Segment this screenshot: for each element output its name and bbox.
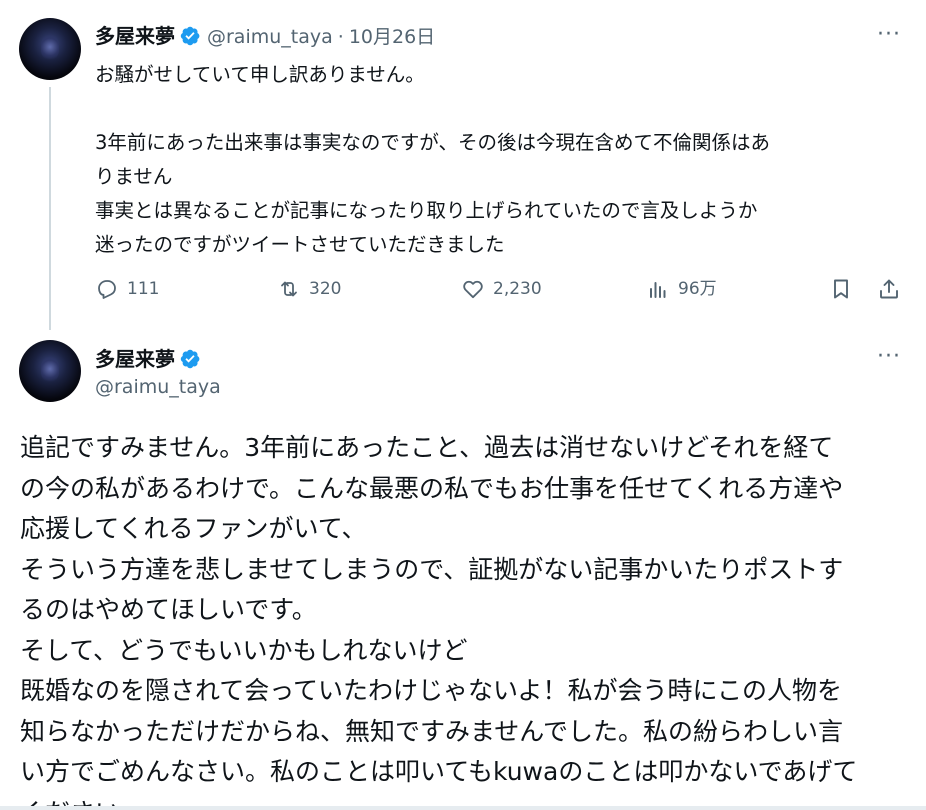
tweet-date[interactable]: 10月26日 <box>349 26 435 48</box>
retweet-count: 320 <box>309 278 342 299</box>
tweet1-header: 多屋来夢 @raimu_taya · 10月26日 <box>95 20 435 49</box>
tweet1-text: お騒がせしていて申し訳ありません。 3年前にあった出来事は事実なのですが、その後… <box>95 58 910 262</box>
tweet-text-line: りません <box>95 165 173 188</box>
reply-button[interactable]: 111 <box>95 272 159 306</box>
handle[interactable]: @raimu_taya <box>207 26 333 48</box>
tweet-text-line <box>95 92 910 126</box>
tweet2-name-row: 多屋来夢 <box>95 343 201 372</box>
tweet-text-line: 応援してくれるファンがいて、 <box>20 514 367 543</box>
tweet-text-line: 迷ったのですがツイートさせていただきました <box>95 233 505 256</box>
views-icon <box>650 282 666 298</box>
reply-icon <box>98 280 116 299</box>
bookmark-icon <box>834 279 848 299</box>
verified-badge-icon <box>180 349 200 369</box>
tweet-text-line: 追記ですみません。3年前にあったこと、過去は消せないけどそれを経て <box>20 433 834 462</box>
tweet-text-line: お騒がせしていて申し訳ありません。 <box>95 63 425 86</box>
more-options-button[interactable]: ··· <box>877 346 901 368</box>
verified-badge-icon <box>180 26 200 46</box>
handle[interactable]: @raimu_taya <box>95 376 221 398</box>
tweet-text-line: 3年前にあった出来事は事実なのですが、その後は今現在含めて不倫関係はあ <box>95 131 771 154</box>
date-separator: · <box>337 26 344 48</box>
tweet2-text: 追記ですみません。3年前にあったこと、過去は消せないけどそれを経て の今の私があ… <box>20 428 915 810</box>
divider <box>0 806 926 810</box>
tweet-text-line: の今の私があるわけで。こんな最悪の私でもお仕事を任せてくれる方達や <box>20 473 844 503</box>
view-count: 96万 <box>678 278 717 299</box>
tweet-text-line: い方でごめんなさい。私のことは叩いてもkuwaのことは叩かないであげて <box>20 757 858 786</box>
tweet-text-line: そういう方達を悲しませてしまうので、証拠がない記事かいたりポストす <box>20 554 844 584</box>
tweet-text-line: 事実とは異なることが記事になったり取り上げられていたので言及しようか <box>95 199 758 222</box>
tweet-text-line: 知らなかっただけだからね、無知ですみませんでした。私の紛らわしい言 <box>20 716 844 746</box>
tweet-text-line: るのはやめてほしいです。 <box>20 595 317 624</box>
retweet-button[interactable]: 320 <box>277 272 341 306</box>
more-options-button[interactable]: ··· <box>877 24 901 46</box>
retweet-icon <box>281 281 297 297</box>
thread-connector-line <box>49 87 51 330</box>
share-icon <box>880 279 898 299</box>
avatar[interactable] <box>19 340 81 402</box>
tweet-text-line: 既婚なのを隠されて会っていたわけじゃないよ！私が会う時にこの人物を <box>20 676 843 705</box>
display-name[interactable]: 多屋来夢 <box>95 24 175 48</box>
reply-count: 111 <box>127 278 160 299</box>
heart-icon <box>463 280 483 299</box>
bookmark-button[interactable] <box>829 272 861 306</box>
like-count: 2,230 <box>493 278 542 299</box>
views-button[interactable]: 96万 <box>646 272 717 306</box>
avatar[interactable] <box>19 18 81 80</box>
share-button[interactable] <box>877 272 909 306</box>
tweet-text-line: そして、どうでもいいかもしれないけど <box>20 635 468 665</box>
tweet-actions-bar: 111 320 2,230 96万 <box>95 272 910 306</box>
like-button[interactable]: 2,230 <box>461 272 542 306</box>
display-name[interactable]: 多屋来夢 <box>95 347 175 371</box>
